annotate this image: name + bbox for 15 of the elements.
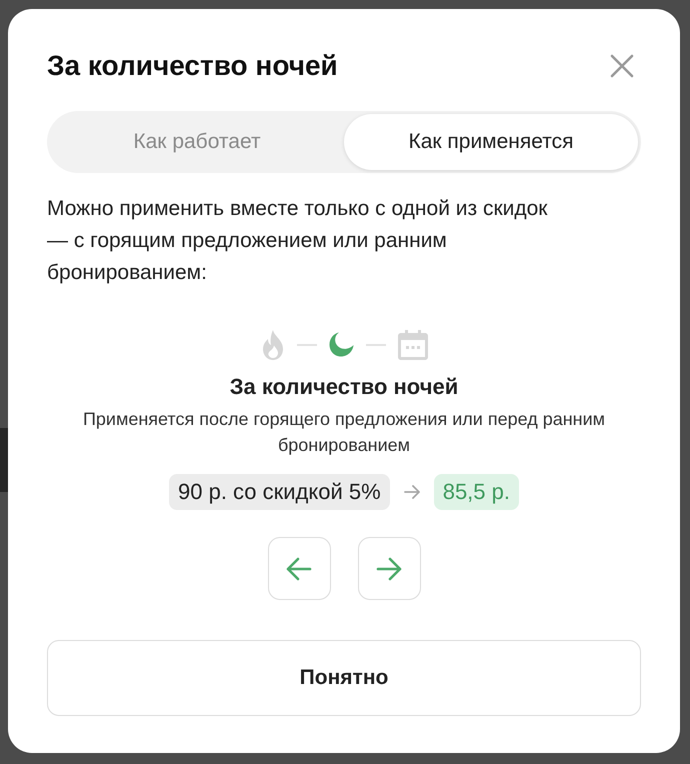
previous-button[interactable] [268,537,330,600]
close-icon[interactable] [609,53,635,79]
next-button[interactable] [358,537,420,600]
background-panel [0,428,8,492]
confirm-button[interactable]: Понятно [47,640,641,716]
dialog-title: За количество ночей [47,50,338,82]
tab[interactable]: Как применяется [344,114,638,170]
step-description: Применяется после горящего предложения или перед ранним бронированием [82,408,606,458]
discounted-price: 85,5 р. [434,474,519,510]
arrow-left-icon [286,556,312,581]
description-text: Можно применить вместе только с одной из скидок — с горящим предложением или ранним бронированием: [47,196,548,286]
arrow-right-icon [404,484,420,500]
original-price: 90 р. со скидкой 5% [169,474,390,510]
step-title: За количество ночей [228,374,460,400]
arrow-right-icon [376,556,402,581]
